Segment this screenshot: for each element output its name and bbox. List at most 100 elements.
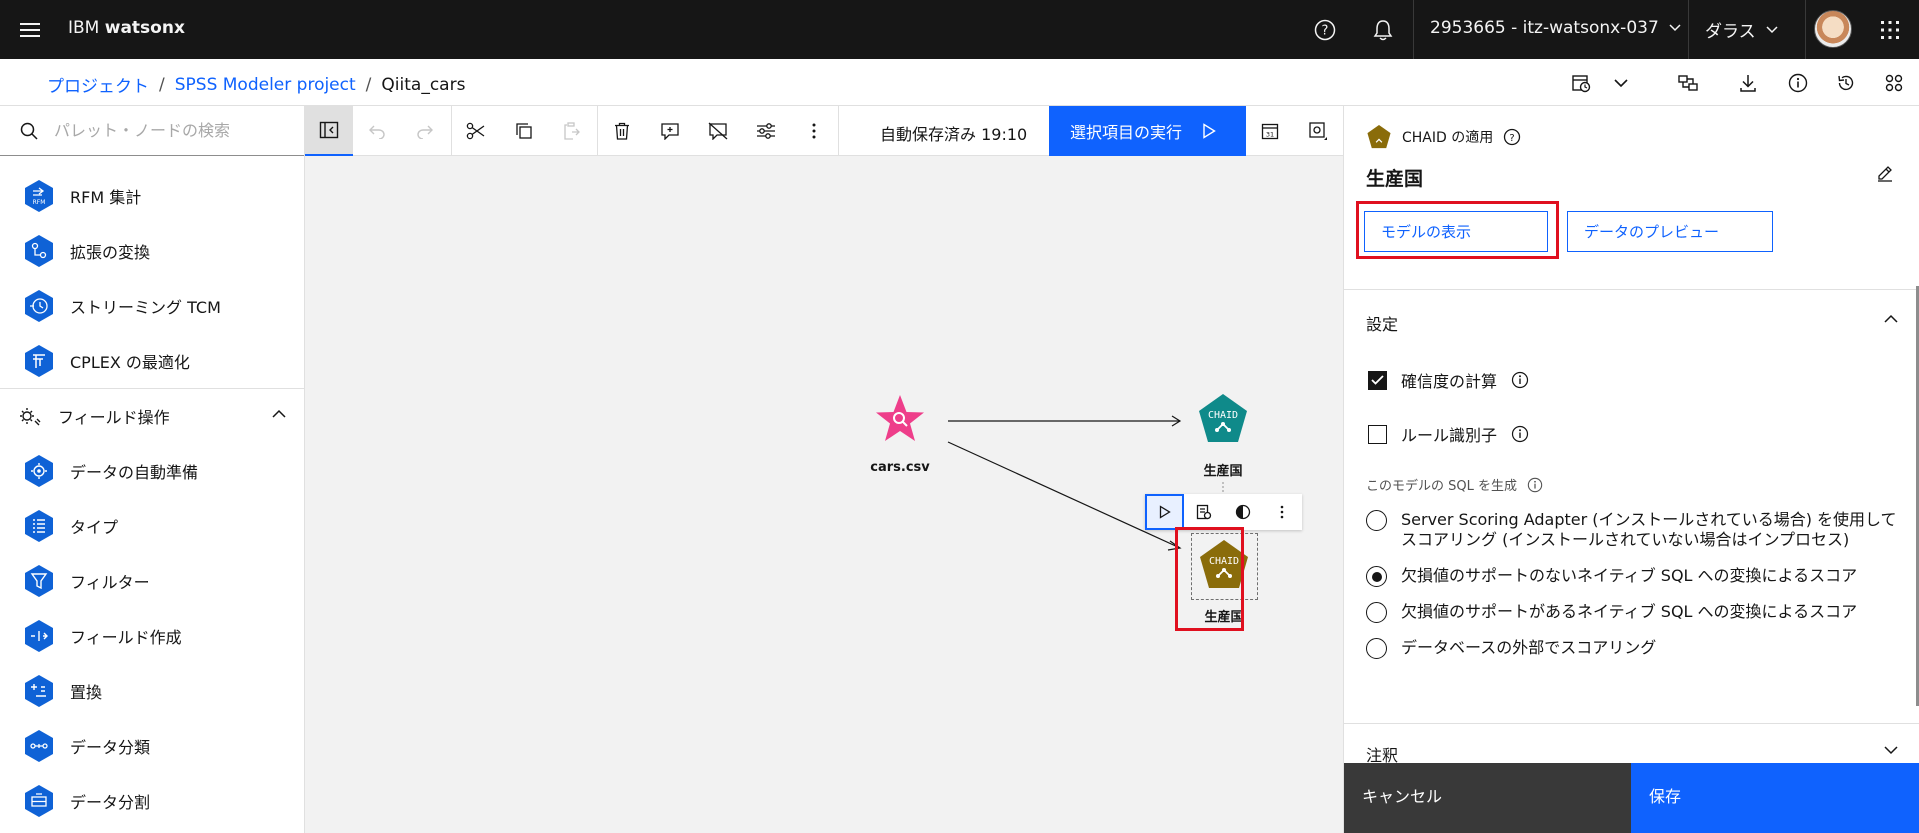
palette-item-partition[interactable]: データ分割 xyxy=(0,773,304,828)
palette-item-binning[interactable]: データ分類 xyxy=(0,718,304,773)
cut-icon xyxy=(466,122,485,140)
info-icon[interactable] xyxy=(1511,371,1529,389)
sliders-icon xyxy=(757,123,775,139)
extension-transform-icon xyxy=(22,234,56,268)
filter-icon xyxy=(22,564,56,598)
help-icon[interactable]: ? xyxy=(1503,128,1521,146)
apps-icon[interactable] xyxy=(1878,67,1910,99)
palette-item-filter[interactable]: フィルター xyxy=(0,553,304,608)
download-icon[interactable] xyxy=(1732,67,1764,99)
redo-button[interactable] xyxy=(401,106,449,156)
avatar[interactable] xyxy=(1814,10,1852,48)
rfm-icon: RFM xyxy=(22,179,56,213)
derive-icon xyxy=(22,619,56,653)
delete-button[interactable] xyxy=(598,106,646,156)
breadcrumb-separator: / xyxy=(365,74,372,95)
radio-label: Server Scoring Adapter (インストールされている場合) を… xyxy=(1401,510,1897,549)
history-icon[interactable] xyxy=(1830,67,1862,99)
panel-title: 生産国 xyxy=(1366,168,1424,190)
info-icon[interactable] xyxy=(1511,425,1529,443)
help-icon[interactable]: ? xyxy=(1307,12,1343,48)
panel-header: CHAID の適用 ? xyxy=(1366,124,1521,150)
play-icon xyxy=(1159,505,1171,519)
confidence-checkbox[interactable] xyxy=(1368,370,1387,390)
paste-button[interactable] xyxy=(548,106,596,156)
copy-button[interactable] xyxy=(500,106,548,156)
palette-item-rfm[interactable]: RFM RFM 集計 xyxy=(0,168,304,223)
node-source[interactable] xyxy=(873,393,925,447)
node-model-badge: CHAID xyxy=(1208,410,1238,421)
chaid-apply-icon xyxy=(1367,124,1391,149)
auto-data-prep-icon xyxy=(22,454,56,488)
svg-text:RFM: RFM xyxy=(33,199,46,206)
chevron-down-icon[interactable] xyxy=(1884,746,1898,755)
toggle-cache-button[interactable] xyxy=(1223,494,1262,530)
palette-item-streaming-tcm[interactable]: ストリーミング TCM xyxy=(0,278,304,333)
highlight-apply-node xyxy=(1175,527,1244,631)
palette-item-filler[interactable]: 置換 xyxy=(0,663,304,718)
cancel-button[interactable]: キャンセル xyxy=(1344,763,1631,833)
highlight-view-model xyxy=(1356,201,1559,259)
radio-button[interactable] xyxy=(1366,602,1387,623)
rule-id-checkbox[interactable] xyxy=(1368,424,1387,444)
cut-button[interactable] xyxy=(452,106,500,156)
panel-divider xyxy=(1344,289,1919,290)
palette-item-cplex[interactable]: CPLEX の最適化 xyxy=(0,333,304,388)
calendar-icon: 31 xyxy=(1261,123,1279,140)
svg-text:?: ? xyxy=(1322,24,1329,39)
info-icon[interactable] xyxy=(1527,477,1543,493)
region-switcher[interactable]: ダラス xyxy=(1705,17,1778,42)
save-button[interactable]: 保存 xyxy=(1631,763,1919,833)
chevron-up-icon[interactable] xyxy=(1884,314,1898,323)
star-source-icon xyxy=(876,395,924,441)
overflow-menu-button[interactable] xyxy=(790,106,838,156)
node-overflow-button[interactable] xyxy=(1262,494,1301,530)
radio-button[interactable] xyxy=(1366,638,1387,659)
run-node-button[interactable] xyxy=(1145,494,1184,530)
preview-data-button[interactable]: データのプレビュー xyxy=(1567,211,1773,252)
chevron-down-icon[interactable] xyxy=(1605,67,1637,99)
search-input[interactable] xyxy=(54,121,274,140)
info-icon[interactable] xyxy=(1782,67,1814,99)
radio-button[interactable] xyxy=(1366,510,1387,531)
palette-section-field-ops[interactable]: フィールド操作 xyxy=(0,388,304,443)
settings-button[interactable] xyxy=(742,106,790,156)
radio-button[interactable] xyxy=(1366,566,1387,587)
run-selection-button[interactable]: 選択項目の実行 xyxy=(1049,106,1246,156)
menu-icon[interactable] xyxy=(14,14,46,46)
palette-item-extension[interactable]: 拡張の変換 xyxy=(0,223,304,278)
chevron-down-icon xyxy=(1669,24,1681,32)
svg-text:31: 31 xyxy=(1266,131,1274,139)
palette-item-auto-data-prep[interactable]: データの自動準備 xyxy=(0,443,304,498)
region-name: ダラス xyxy=(1705,22,1756,42)
edit-title-button[interactable] xyxy=(1876,164,1894,186)
compare-icon[interactable] xyxy=(1672,67,1704,99)
job-icon[interactable] xyxy=(1565,67,1597,99)
preview-node-button[interactable] xyxy=(1184,494,1223,530)
hide-comments-button[interactable] xyxy=(694,106,742,156)
overflow-menu-icon xyxy=(812,123,816,139)
palette-item-type[interactable]: タイプ xyxy=(0,498,304,553)
calendar-button[interactable]: 31 xyxy=(1246,106,1294,156)
breadcrumb-projects[interactable]: プロジェクト xyxy=(47,72,149,97)
undo-button[interactable] xyxy=(353,106,401,156)
radio-option-native-sql-no-missing: 欠損値のサポートのないネイティブ SQL への変換によるスコア xyxy=(1366,566,1906,587)
account-switcher[interactable]: 2953665 - itz-watsonx-037 xyxy=(1430,18,1681,38)
node-model[interactable]: CHAID xyxy=(1197,392,1249,446)
palette-item-derive[interactable]: フィールド作成 xyxy=(0,608,304,663)
autosave-status: 自動保存済み 19:10 xyxy=(880,125,1028,144)
brand-name[interactable]: IBM watsonx xyxy=(68,18,185,38)
palette-item-label: タイプ xyxy=(70,517,119,537)
flow-properties-icon xyxy=(1309,122,1327,140)
confidence-label: 確信度の計算 xyxy=(1401,372,1498,391)
toggle-palette-button[interactable] xyxy=(305,106,353,156)
breadcrumb-project[interactable]: SPSS Modeler project xyxy=(175,75,356,95)
palette-item-label: RFM 集計 xyxy=(70,187,142,207)
flow-properties-button[interactable] xyxy=(1294,106,1342,156)
notification-icon[interactable] xyxy=(1365,12,1401,48)
app-switcher-icon[interactable] xyxy=(1872,12,1908,48)
radio-option-server-scoring: Server Scoring Adapter (インストールされている場合) を… xyxy=(1366,510,1906,550)
undo-icon xyxy=(369,125,385,139)
settings-accordion-title[interactable]: 設定 xyxy=(1366,311,1398,335)
add-comment-button[interactable] xyxy=(646,106,694,156)
